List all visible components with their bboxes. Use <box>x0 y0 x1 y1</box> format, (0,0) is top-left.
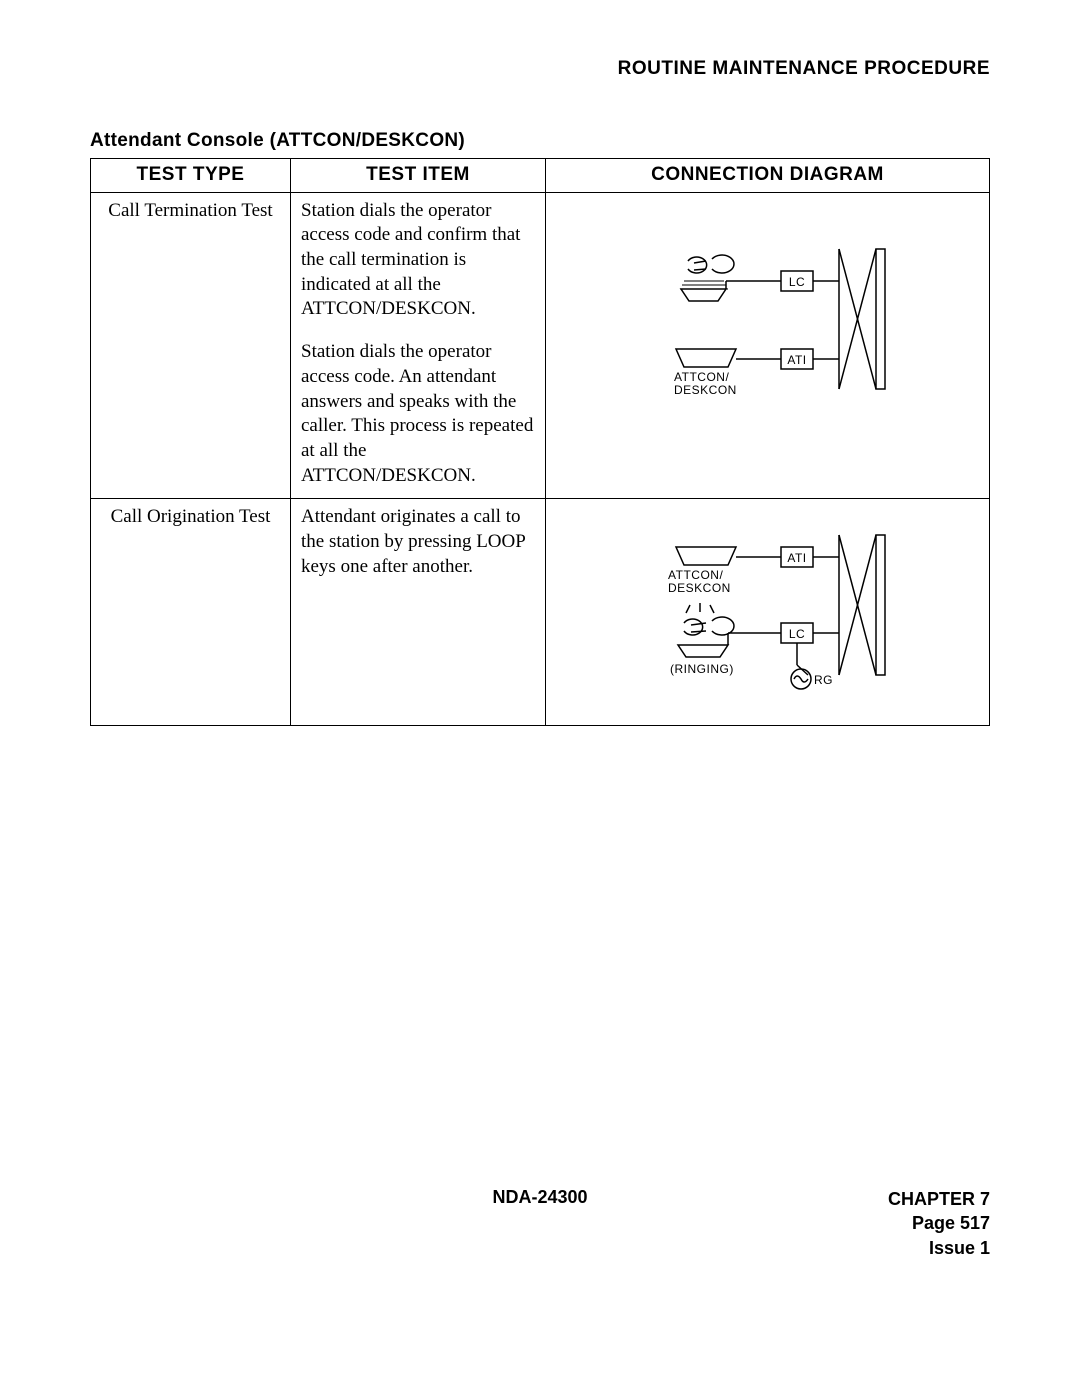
diagram-origination: ATI ATTCON/ DESKCON <box>556 505 979 715</box>
console-icon <box>676 547 736 565</box>
cell-diagram: ATI ATTCON/ DESKCON <box>546 499 990 726</box>
cell-test-item: Station dials the operator access code a… <box>291 192 546 499</box>
label-deskcon: DESKCON <box>668 581 731 595</box>
footer-doc-number: NDA-24300 <box>492 1187 587 1208</box>
cell-test-type: Call Termination Test <box>91 192 291 499</box>
page: ROUTINE MAINTENANCE PROCEDURE Attendant … <box>0 0 1080 1397</box>
label-deskcon: DESKCON <box>674 383 737 397</box>
footer-issue: Issue 1 <box>888 1236 990 1260</box>
label-lc: LC <box>789 627 805 641</box>
cell-test-item: Attendant originates a call to the stati… <box>291 499 546 726</box>
diagram-termination: LC <box>556 199 979 449</box>
test-item-paragraph: Station dials the operator access code. … <box>301 340 535 488</box>
test-table: TEST TYPE TEST ITEM CONNECTION DIAGRAM C… <box>90 158 990 726</box>
test-item-paragraph: Station dials the operator access code a… <box>301 199 535 322</box>
label-ati: ATI <box>787 551 806 565</box>
console-icon <box>676 349 736 367</box>
th-connection-diagram: CONNECTION DIAGRAM <box>546 159 990 193</box>
table-header-row: TEST TYPE TEST ITEM CONNECTION DIAGRAM <box>91 159 990 193</box>
label-rg: RG <box>814 673 833 687</box>
diagram-svg: LC <box>556 199 996 449</box>
rg-icon <box>791 643 811 689</box>
page-header: ROUTINE MAINTENANCE PROCEDURE <box>90 58 990 80</box>
th-test-item: TEST ITEM <box>291 159 546 193</box>
cell-diagram: LC <box>546 192 990 499</box>
table-row: Call Termination Test Station dials the … <box>91 192 990 499</box>
test-item-paragraph: Attendant originates a call to the stati… <box>301 505 535 579</box>
table-row: Call Origination Test Attendant originat… <box>91 499 990 726</box>
label-attcon: ATTCON/ <box>674 370 729 384</box>
footer-page: Page 517 <box>888 1211 990 1235</box>
footer-chapter: CHAPTER 7 <box>888 1187 990 1211</box>
label-ringing: (RINGING) <box>670 662 734 676</box>
label-attcon: ATTCON/ <box>668 568 723 582</box>
cell-test-type: Call Origination Test <box>91 499 291 726</box>
label-ati: ATI <box>787 353 806 367</box>
telephone-icon <box>680 255 734 301</box>
section-title: Attendant Console (ATTCON/DESKCON) <box>90 130 990 152</box>
diagram-svg: ATI ATTCON/ DESKCON <box>556 505 996 715</box>
th-test-type: TEST TYPE <box>91 159 291 193</box>
label-lc: LC <box>789 275 805 289</box>
telephone-ringing-icon <box>678 603 734 657</box>
